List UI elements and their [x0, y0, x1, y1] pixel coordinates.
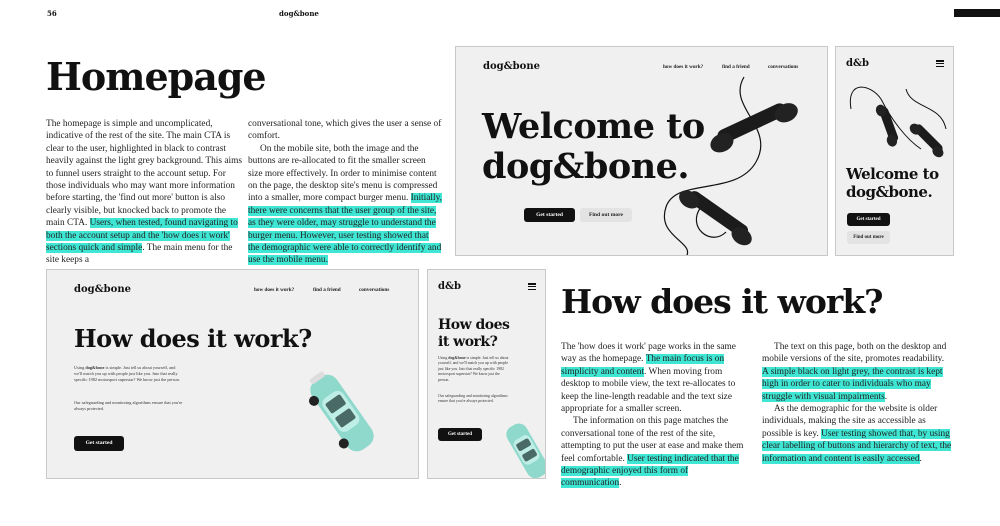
intro-paragraph: Using dog&bone is simple. Just tell us a…	[74, 365, 180, 382]
homepage-heading: Homepage	[46, 54, 267, 99]
desktop-how-screenshot: dog&bone how does it work? find a friend…	[46, 269, 419, 479]
hero-title: Welcome to dog&bone.	[846, 165, 939, 201]
body-text: On the mobile site, both the image and t…	[248, 143, 438, 204]
page-title: How does it work?	[438, 317, 510, 350]
nav-link-find-friend[interactable]: find a friend	[313, 287, 341, 293]
intro-paragraph: Using dog&bone is simple. Just tell us a…	[438, 356, 509, 382]
get-started-button[interactable]: Get started	[438, 428, 482, 441]
nav-link-conversations[interactable]: conversations	[359, 287, 389, 293]
toy-car-image	[308, 371, 374, 452]
homepage-column-1: The homepage is simple and uncomplicated…	[46, 118, 243, 267]
toy-car-image	[506, 423, 545, 478]
site-logo-short: d&b	[438, 281, 462, 292]
get-started-button[interactable]: Get started	[524, 208, 575, 222]
site-logo: dog&bone	[483, 61, 540, 72]
safeguarding-paragraph: Our safeguarding and monitoring algorith…	[74, 400, 183, 411]
site-logo-short: d&b	[846, 58, 870, 69]
telephone-receivers-image	[849, 86, 947, 158]
body-text: .	[919, 453, 922, 464]
how-column-1: The 'how does it work' page works in the…	[561, 341, 747, 490]
running-title: dog&bone	[279, 9, 319, 18]
body-text: .	[619, 478, 622, 489]
body-text: conversational tone, which gives the use…	[248, 119, 442, 142]
find-out-more-button[interactable]: Find out more	[847, 231, 890, 244]
page-title: How does it work?	[74, 324, 312, 353]
homepage-column-2: conversational tone, which gives the use…	[248, 118, 442, 267]
page-number: 56	[47, 9, 57, 18]
burger-menu-icon[interactable]	[528, 283, 536, 291]
get-started-button[interactable]: Get started	[847, 213, 890, 226]
site-logo: dog&bone	[74, 284, 131, 295]
find-out-more-button[interactable]: Find out more	[580, 208, 632, 222]
highlighted-text: Initially, there were concerns that the …	[248, 193, 442, 266]
body-text: The homepage is simple and uncomplicated…	[46, 119, 243, 229]
body-text: .	[884, 391, 888, 402]
mobile-homepage-screenshot: d&b Welcome to dog&bone. Get started Fin…	[835, 46, 954, 256]
how-column-2: The text on this page, both on the deskt…	[762, 341, 952, 465]
mobile-how-screenshot: d&b How does it work? Using dog&bone is …	[427, 269, 546, 479]
page-tab-bar	[954, 9, 1000, 17]
how-heading: How does it work?	[561, 282, 884, 321]
hero-title: Welcome to dog&bone.	[482, 106, 705, 187]
highlighted-text: A simple black on light grey, the contra…	[762, 366, 943, 402]
nav-link-how[interactable]: how does it work?	[254, 287, 294, 293]
get-started-button[interactable]: Get started	[74, 436, 124, 451]
desktop-homepage-screenshot: dog&bone how does it work? find a friend…	[455, 46, 828, 256]
burger-menu-icon[interactable]	[936, 60, 944, 68]
safeguarding-paragraph: Our safeguarding and monitoring algorith…	[438, 394, 508, 404]
body-text: The text on this page, both on the deskt…	[762, 342, 947, 365]
